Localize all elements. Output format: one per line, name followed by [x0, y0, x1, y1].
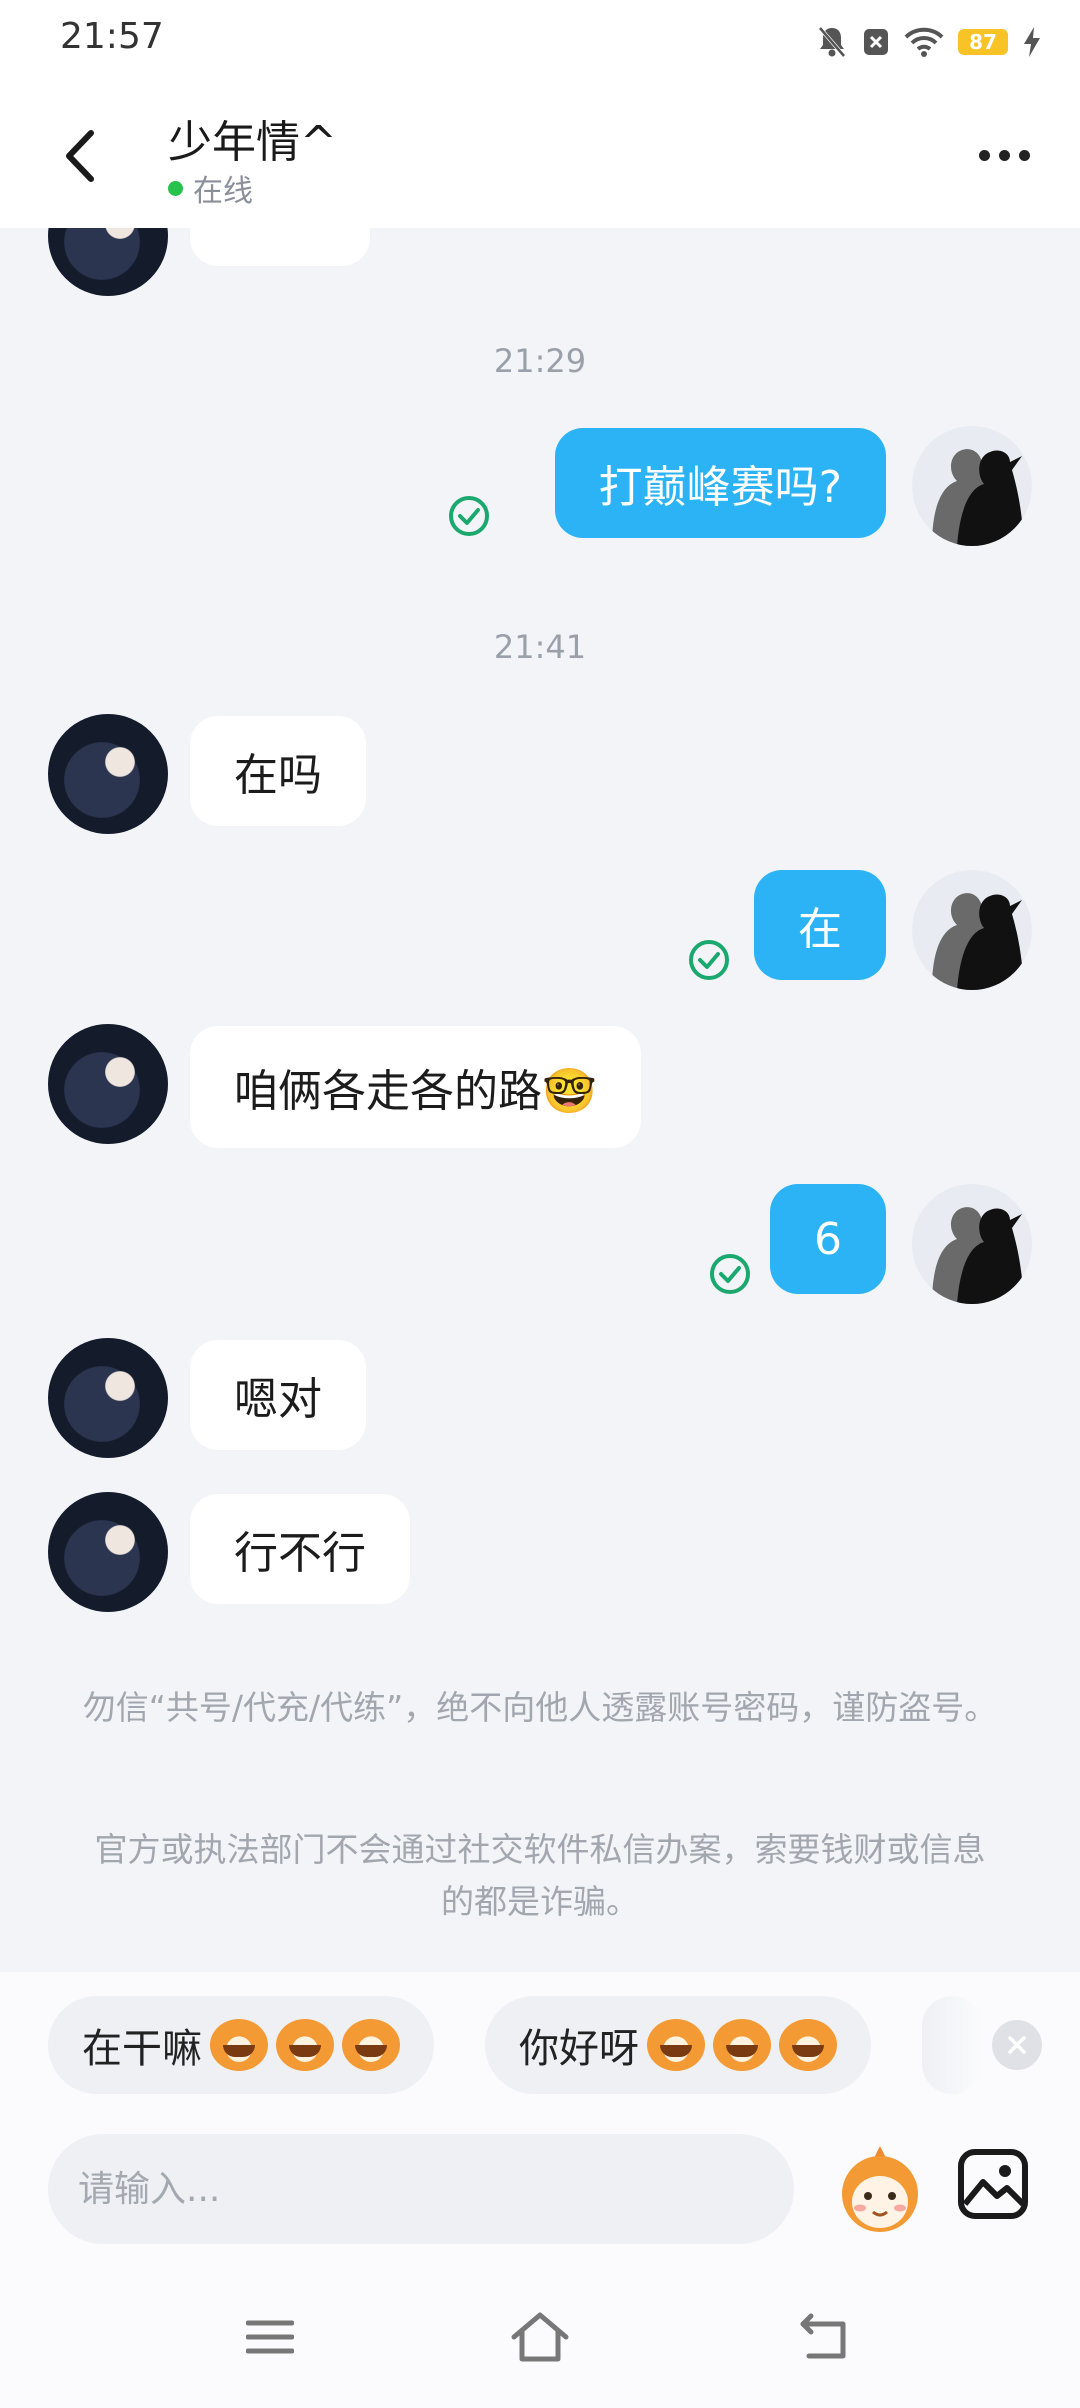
- peer-avatar[interactable]: [48, 1024, 168, 1144]
- self-avatar[interactable]: [912, 870, 1032, 990]
- security-notice: 勿信“共号/代充/代练”，绝不向他人透露账号密码，谨防盗号。: [82, 1688, 998, 1727]
- silhouette-avatar-icon: [932, 893, 1024, 990]
- more-dot-icon: [998, 149, 1010, 161]
- quick-reply-chip-partial[interactable]: [922, 1996, 982, 2094]
- message-input[interactable]: [48, 2134, 794, 2244]
- image-picker-button[interactable]: [955, 2146, 1031, 2222]
- read-check-icon: [689, 940, 729, 980]
- chat-screen: 21:57 87 少年情^ 在线 21:29 打巅峰赛吗? 21:41 在吗 在…: [0, 0, 1080, 2408]
- outgoing-message[interactable]: 打巅峰赛吗?: [554, 428, 886, 538]
- quick-reply-chip[interactable]: 你好呀: [485, 1996, 871, 2094]
- peer-avatar[interactable]: [48, 714, 168, 834]
- timestamp: 21:41: [493, 628, 587, 666]
- wifi-icon: [904, 27, 944, 57]
- mascot-emoji-button[interactable]: [830, 2138, 930, 2238]
- incoming-message[interactable]: 嗯对: [190, 1340, 366, 1450]
- menu-nav-button[interactable]: [225, 2302, 315, 2372]
- peer-avatar[interactable]: [48, 1492, 168, 1612]
- quick-reply-bar: 在干嘛 你好呀: [0, 1972, 1080, 2112]
- input-bar: [0, 2112, 1080, 2272]
- incoming-message[interactable]: 行不行: [190, 1494, 410, 1604]
- read-check-icon: [710, 1254, 750, 1294]
- peer-avatar[interactable]: [48, 1338, 168, 1458]
- monkey-emoji-icon: [210, 2019, 268, 2071]
- mute-bell-icon: [818, 26, 846, 58]
- outgoing-message[interactable]: 在: [754, 870, 886, 980]
- battery-icon: 87: [958, 29, 1008, 55]
- online-dot-icon: [168, 180, 183, 196]
- monkey-emoji-icon: [342, 2019, 400, 2071]
- quick-reply-label: 你好呀: [519, 2026, 639, 2072]
- monkey-emoji-icon: [779, 2019, 837, 2071]
- chat-header: 少年情^ 在线: [0, 80, 1080, 228]
- fraud-notice: 官方或执法部门不会通过社交软件私信办案，索要钱财或信息的都是诈骗。: [94, 1830, 986, 1921]
- close-icon: [1008, 2036, 1026, 2054]
- peer-avatar[interactable]: [48, 228, 168, 296]
- back-nav-button[interactable]: [780, 2302, 870, 2372]
- outgoing-message[interactable]: 6: [770, 1184, 886, 1294]
- back-button[interactable]: [50, 120, 110, 192]
- status-bar: 21:57 87: [0, 0, 1080, 80]
- close-quick-replies-button[interactable]: [992, 2020, 1042, 2070]
- more-options-button[interactable]: [964, 130, 1044, 180]
- presence-status: 在线: [168, 166, 253, 210]
- quick-reply-label: 在干嘛: [82, 2026, 202, 2072]
- more-dot-icon: [1018, 149, 1030, 161]
- presence-label: 在线: [193, 174, 253, 209]
- monkey-emoji-icon: [647, 2019, 705, 2071]
- partial-incoming-bubble: [190, 228, 370, 266]
- close-box-icon: [864, 29, 888, 55]
- monkey-emoji-icon: [276, 2019, 334, 2071]
- return-arrow-icon: [800, 2313, 846, 2359]
- incoming-message[interactable]: 在吗: [190, 716, 366, 826]
- menu-icon: [246, 2320, 294, 2354]
- status-time: 21:57: [60, 16, 164, 57]
- quick-reply-chip[interactable]: 在干嘛: [48, 1996, 434, 2094]
- message-list[interactable]: 21:29 打巅峰赛吗? 21:41 在吗 在 咱俩各走各的路🤓 6 嗯对 行不…: [0, 228, 1080, 1972]
- charging-bolt-icon: [1024, 27, 1040, 57]
- home-icon: [511, 2312, 569, 2362]
- contact-name[interactable]: 少年情^: [168, 106, 337, 170]
- home-nav-button[interactable]: [495, 2302, 585, 2372]
- monkey-emoji-icon: [713, 2019, 771, 2071]
- self-avatar[interactable]: [912, 426, 1032, 546]
- self-avatar[interactable]: [912, 1184, 1032, 1304]
- read-check-icon: [449, 496, 489, 536]
- more-dot-icon: [978, 149, 990, 161]
- system-nav-bar: [0, 2272, 1080, 2408]
- status-icons: 87: [816, 22, 1042, 62]
- silhouette-avatar-icon: [932, 449, 1024, 546]
- chevron-left-icon: [66, 130, 94, 182]
- silhouette-avatar-icon: [932, 1207, 1024, 1304]
- timestamp: 21:29: [493, 342, 587, 380]
- incoming-message[interactable]: 咱俩各走各的路🤓: [190, 1026, 641, 1148]
